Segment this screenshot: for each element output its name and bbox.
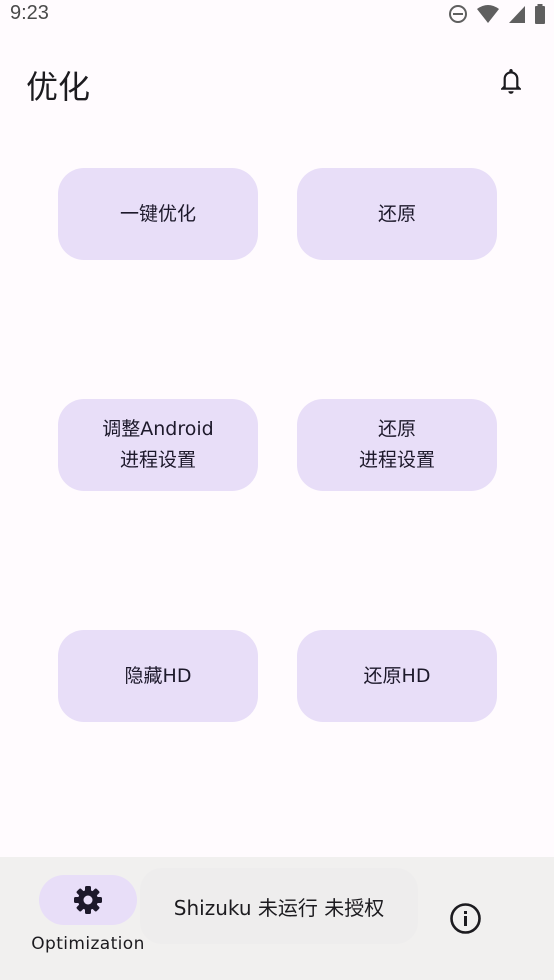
do-not-disturb-icon: [449, 5, 467, 23]
status-icons: [448, 4, 546, 24]
cell-signal-icon: [509, 6, 525, 23]
one-click-optimize-button[interactable]: 一键优化: [58, 168, 258, 260]
restore-button[interactable]: 还原: [297, 168, 497, 260]
hide-hd-button[interactable]: 隐藏HD: [58, 630, 258, 722]
restore-hd-button[interactable]: 还原HD: [297, 630, 497, 722]
status-time: 9:23: [10, 2, 49, 24]
restore-process-button[interactable]: 还原 进程设置: [297, 399, 497, 491]
gear-icon: [74, 886, 102, 914]
status-bar: 9:23: [0, 0, 554, 28]
wifi-icon: [477, 5, 499, 23]
info-icon[interactable]: [449, 902, 482, 935]
battery-icon: [535, 4, 545, 24]
toast-message: Shizuku 未运行 未授权: [140, 868, 418, 944]
bell-icon[interactable]: [496, 66, 526, 96]
adjust-android-process-button[interactable]: 调整Android 进程设置: [58, 399, 258, 491]
page-title: 优化: [26, 68, 91, 106]
